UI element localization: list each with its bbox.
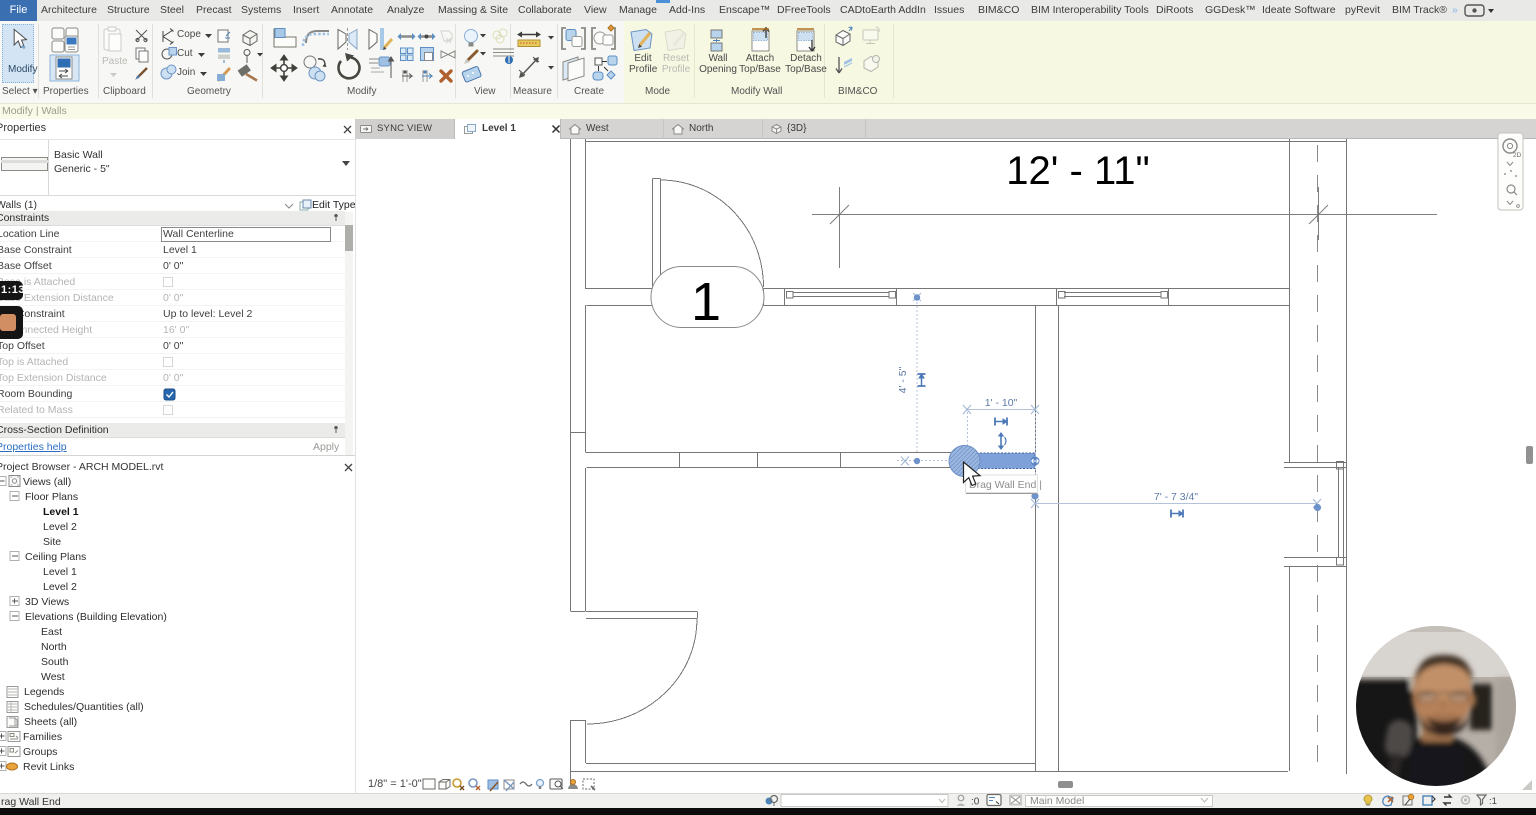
- svg-text::0: :0: [971, 797, 980, 808]
- svg-text::1: :1: [1489, 796, 1497, 807]
- svg-text:2D: 2D: [1513, 152, 1522, 159]
- svg-text:12' - 11": 12' - 11": [1006, 149, 1149, 193]
- svg-text:7' - 7 3/4": 7' - 7 3/4": [1154, 491, 1199, 503]
- svg-text:4' - 5": 4' - 5": [897, 366, 909, 393]
- svg-text:1' - 10": 1' - 10": [985, 397, 1018, 409]
- svg-text:1: 1: [691, 272, 721, 332]
- svg-text:Drag Wall End |: Drag Wall End |: [969, 479, 1042, 491]
